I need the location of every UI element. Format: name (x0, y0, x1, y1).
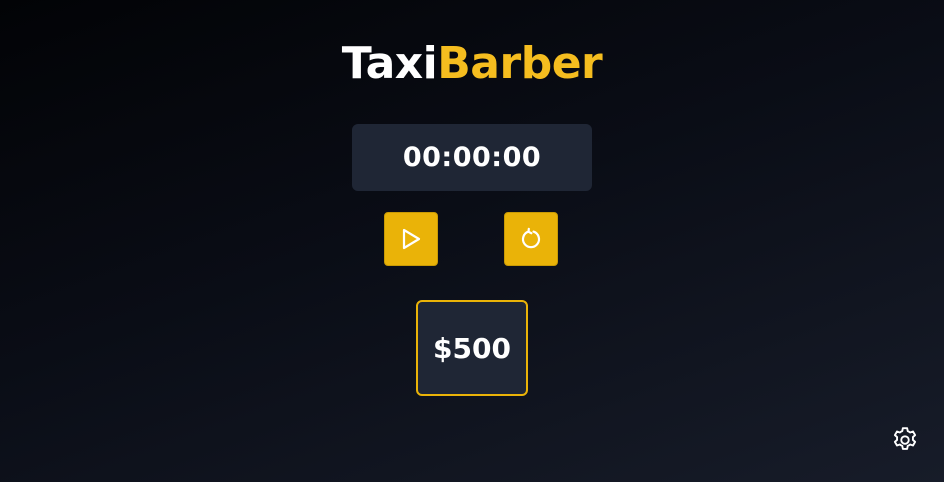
app-title-taxi: Taxi (341, 38, 438, 89)
play-button[interactable] (384, 212, 438, 266)
app-title: TaxiBarber (0, 36, 944, 92)
gear-icon (890, 425, 920, 459)
timer-display: 00:00:00 (352, 124, 592, 191)
reset-button[interactable] (504, 212, 558, 266)
app-title-barber: Barber (437, 38, 603, 89)
refresh-icon (519, 227, 543, 251)
play-icon (400, 227, 422, 251)
price-button[interactable]: $500 (416, 300, 528, 396)
settings-button[interactable] (889, 426, 921, 458)
